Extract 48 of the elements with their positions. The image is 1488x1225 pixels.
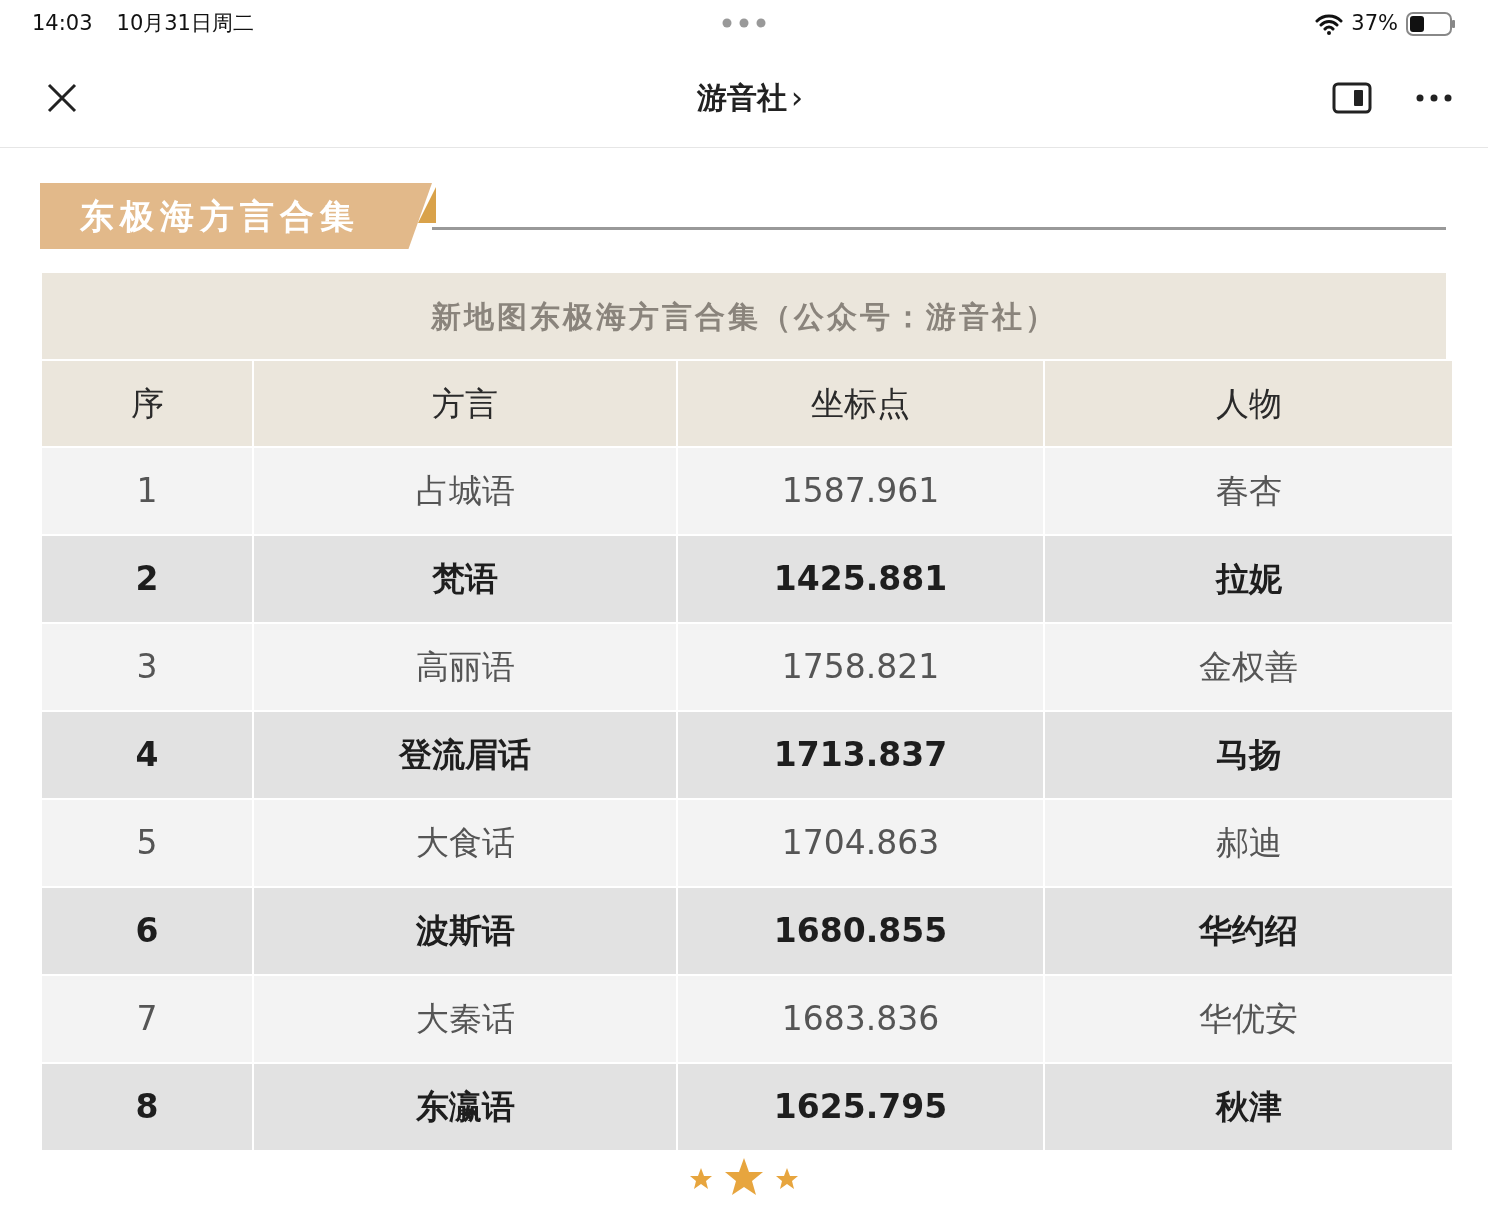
table-caption: 新地图东极海方言合集（公众号：游音社） — [42, 273, 1446, 359]
table-cell: 1704.863 — [678, 800, 1043, 886]
table-cell: 大秦话 — [254, 976, 676, 1062]
table-cell: 波斯语 — [254, 888, 676, 974]
status-date: 10月31日周二 — [116, 10, 254, 38]
status-time: 14:03 — [32, 10, 93, 38]
table-cell: 占城语 — [254, 448, 676, 534]
account-link[interactable]: 游音社› — [697, 75, 803, 120]
table-cell: 2 — [42, 536, 252, 622]
table-cell: 7 — [42, 976, 252, 1062]
table-cell: 1758.821 — [678, 624, 1043, 710]
table-cell: 1683.836 — [678, 976, 1043, 1062]
wifi-icon — [1315, 13, 1344, 35]
table-cell: 郝迪 — [1045, 800, 1452, 886]
column-header: 坐标点 — [678, 361, 1043, 446]
table-cell: 马扬 — [1045, 712, 1452, 798]
battery-icon — [1406, 12, 1456, 36]
table-cell: 1 — [42, 448, 252, 534]
table-cell: 8 — [42, 1064, 252, 1150]
table-cell: 高丽语 — [254, 624, 676, 710]
more-icon[interactable] — [1416, 93, 1452, 102]
table-cell: 1587.961 — [678, 448, 1043, 534]
table-cell: 华约绍 — [1045, 888, 1452, 974]
table-cell: 梵语 — [254, 536, 676, 622]
column-header: 方言 — [254, 361, 676, 446]
window-icon[interactable] — [1332, 81, 1372, 114]
more-dots-icon — [722, 18, 766, 28]
table-cell: 1713.837 — [678, 712, 1043, 798]
table-cell: 东瀛语 — [254, 1064, 676, 1150]
column-header: 人物 — [1045, 361, 1452, 446]
table-cell: 登流眉话 — [254, 712, 676, 798]
table-cell: 华优安 — [1045, 976, 1452, 1062]
table-cell: 大食话 — [254, 800, 676, 886]
close-icon[interactable] — [46, 81, 78, 114]
table-cell: 3 — [42, 624, 252, 710]
table-cell: 4 — [42, 712, 252, 798]
table-cell: 拉妮 — [1045, 536, 1452, 622]
table-cell: 金权善 — [1045, 624, 1452, 710]
table-cell: 1425.881 — [678, 536, 1043, 622]
column-header: 序 — [42, 361, 252, 446]
table-cell: 春杏 — [1045, 448, 1452, 534]
section-title: 东极海方言合集 — [40, 183, 432, 249]
table-cell: 秋津 — [1045, 1064, 1452, 1150]
table-cell: 6 — [42, 888, 252, 974]
table-cell: 1625.795 — [678, 1064, 1043, 1150]
battery-percent: 37% — [1351, 10, 1398, 38]
table-cell: 1680.855 — [678, 888, 1043, 974]
table-cell: 5 — [42, 800, 252, 886]
